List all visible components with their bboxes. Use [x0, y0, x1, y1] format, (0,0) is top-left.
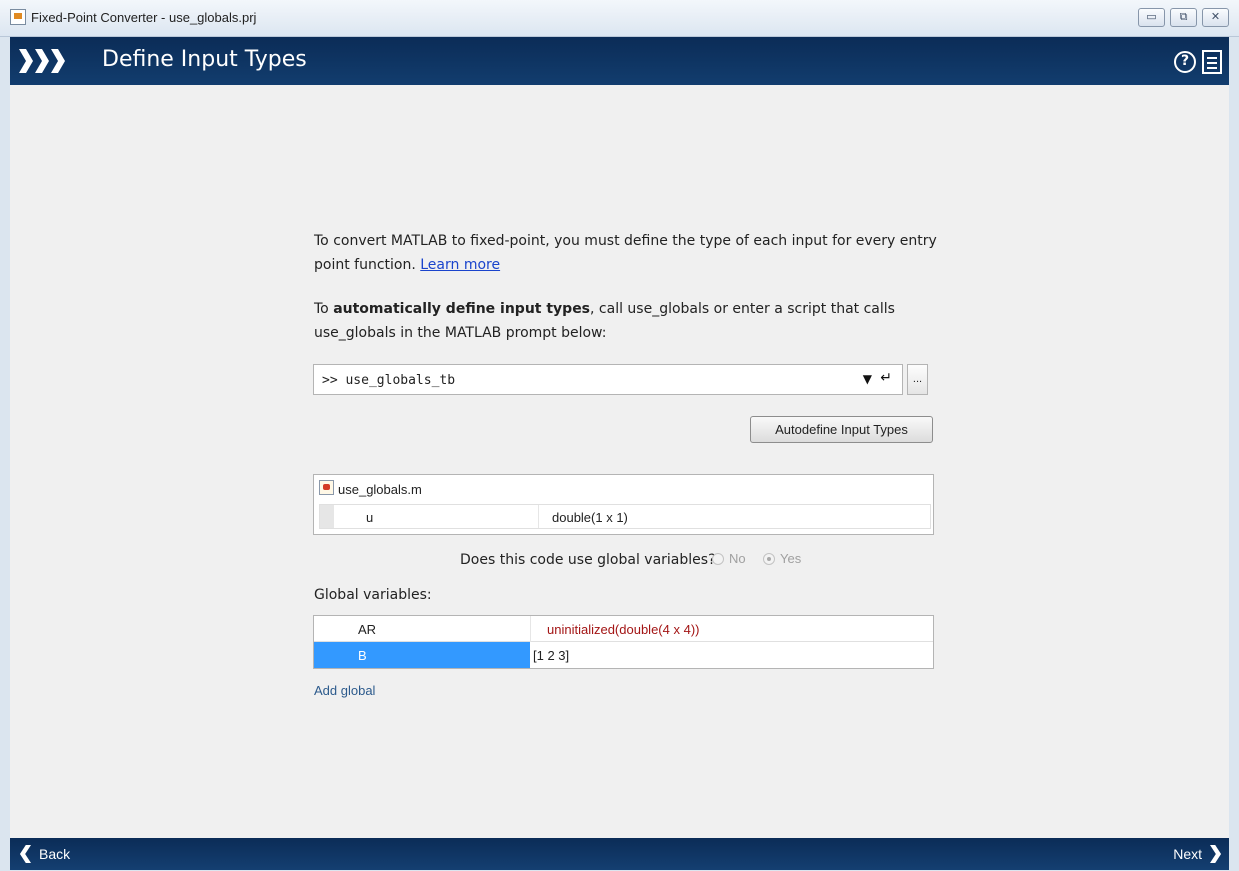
chevron-right-icon — [1210, 845, 1222, 863]
enter-icon[interactable]: ↵ — [880, 370, 892, 386]
autodefine-button[interactable]: Autodefine Input Types — [750, 416, 933, 443]
matlab-file-icon — [319, 480, 334, 495]
input-type[interactable]: double(1 x 1) — [552, 510, 628, 525]
restore-icon: ⧉ — [1179, 10, 1188, 23]
input-name: u — [366, 510, 374, 525]
global-variables-label: Global variables: — [314, 587, 432, 603]
radio-yes-circle — [763, 552, 775, 565]
add-global-link[interactable]: Add global — [314, 683, 375, 698]
learn-more-link[interactable]: Learn more — [420, 257, 500, 273]
minimize-icon: ▭ — [1146, 10, 1157, 23]
radio-yes[interactable]: Yes — [763, 551, 801, 566]
intro-text: To convert MATLAB to fixed-point, you mu… — [314, 229, 954, 277]
radio-no[interactable]: No — [712, 551, 746, 566]
prompt-value: >> use_globals_tb — [322, 373, 456, 388]
intro-sentence: To convert MATLAB to fixed-point, you mu… — [314, 233, 937, 273]
next-label: Next — [1173, 846, 1202, 862]
page-title: Define Input Types — [102, 47, 307, 72]
function-file-name: use_globals.m — [338, 482, 422, 497]
menu-icon[interactable] — [1202, 50, 1222, 74]
restore-button[interactable]: ⧉ — [1170, 8, 1197, 27]
next-button[interactable]: Next — [1173, 845, 1223, 863]
back-button[interactable]: Back — [18, 845, 70, 863]
main-content: To convert MATLAB to fixed-point, you mu… — [10, 85, 1229, 838]
table-row[interactable]: AR uninitialized(double(4 x 4)) — [314, 616, 933, 642]
auto-define-instructions: To automatically define input types, cal… — [314, 297, 954, 345]
step-header: Define Input Types ? — [10, 37, 1229, 85]
global-variables-table: AR uninitialized(double(4 x 4)) B [1 2 3… — [313, 615, 934, 669]
window-titlebar: Fixed-Point Converter - use_globals.prj … — [0, 0, 1239, 37]
app-icon — [10, 9, 26, 25]
help-icon[interactable]: ? — [1174, 51, 1196, 73]
table-row-selected[interactable]: B [1 2 3] — [314, 642, 933, 668]
matlab-prompt-input[interactable]: >> use_globals_tb ▼ ↵ — [313, 364, 903, 395]
auto-prefix: To — [314, 301, 334, 317]
close-icon: ✕ — [1210, 10, 1221, 23]
radio-yes-label: Yes — [780, 551, 802, 566]
global-value[interactable]: [1 2 3] — [530, 642, 933, 668]
dropdown-arrow-icon[interactable]: ▼ — [863, 372, 872, 386]
close-button[interactable]: ✕ — [1202, 8, 1229, 27]
global-name[interactable]: B — [314, 642, 530, 668]
radio-no-label: No — [729, 551, 746, 566]
row-gutter — [320, 505, 334, 528]
workflow-steps-icon[interactable] — [19, 49, 67, 73]
browse-button[interactable]: ... — [907, 364, 928, 395]
table-row[interactable]: u double(1 x 1) — [319, 504, 931, 529]
radio-no-circle — [712, 552, 724, 565]
window-title: Fixed-Point Converter - use_globals.prj — [31, 10, 257, 25]
chevron-left-icon — [19, 845, 31, 863]
function-input-table: use_globals.m u double(1 x 1) — [313, 474, 934, 535]
window-controls: ▭ ⧉ ✕ — [1138, 8, 1229, 27]
auto-bold-text: automatically define input types — [333, 301, 591, 317]
global-name[interactable]: AR — [314, 616, 530, 642]
globals-question: Does this code use global variables? — [460, 552, 716, 568]
back-label: Back — [39, 846, 71, 862]
global-value[interactable]: uninitialized(double(4 x 4)) — [530, 616, 933, 642]
column-divider — [538, 505, 539, 528]
navigation-footer: Back Next — [10, 838, 1229, 870]
minimize-button[interactable]: ▭ — [1138, 8, 1165, 27]
